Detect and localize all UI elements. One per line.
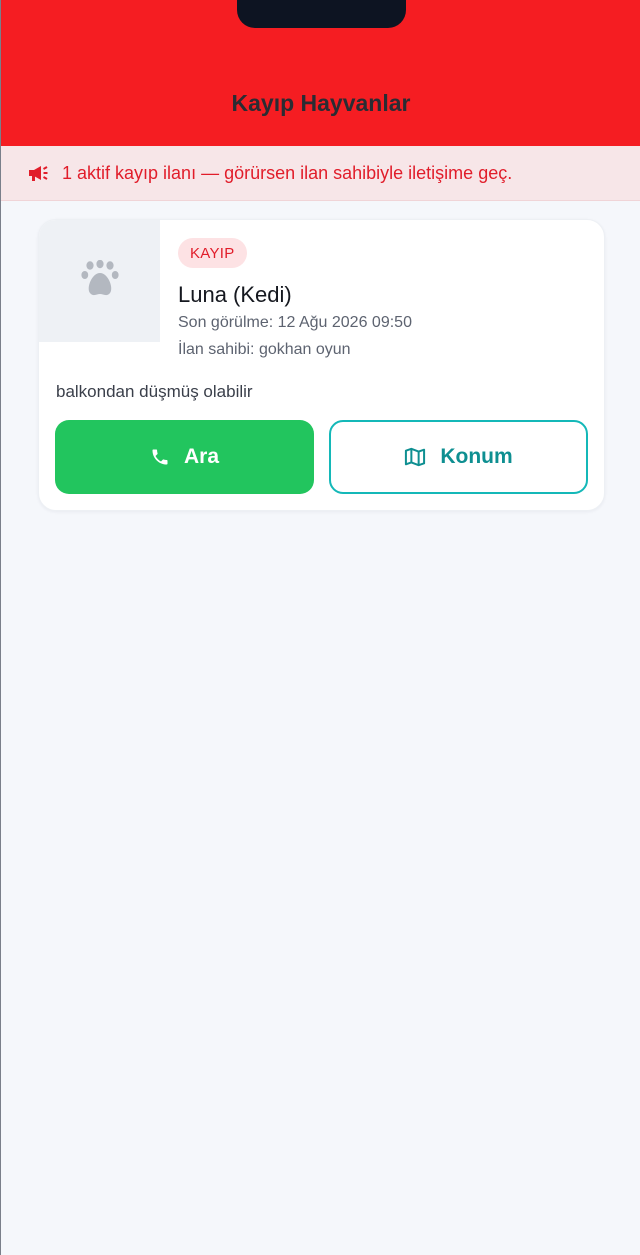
owner-text: İlan sahibi: gokhan oyun (178, 341, 351, 358)
lost-pet-card[interactable]: KAYIP Luna (Kedi) Son görülme: 12 Ağu 20… (38, 219, 605, 511)
pet-photo-placeholder (39, 220, 160, 342)
phone-icon (150, 447, 170, 467)
location-button[interactable]: Konum (329, 420, 588, 494)
call-button-label: Ara (183, 445, 220, 468)
map-icon (404, 447, 426, 467)
last-seen-text: Son görülme: 12 Ağu 2026 09:50 (178, 314, 412, 331)
megaphone-icon (27, 164, 49, 182)
device-notch (237, 0, 406, 28)
pet-name: Luna (Kedi) (178, 282, 292, 307)
call-button[interactable]: Ara (55, 420, 314, 494)
page-title: Kayıp Hayvanlar (231, 90, 411, 116)
lost-notice-banner: 1 aktif kayıp ilanı — görürsen ilan sahi… (1, 146, 640, 201)
notice-text: 1 aktif kayıp ilanı — görürsen ilan sahi… (62, 162, 513, 183)
paw-icon (80, 259, 119, 303)
app-header: Kayıp Hayvanlar (1, 0, 640, 146)
location-button-label: Konum (440, 445, 513, 468)
status-badge: KAYIP (178, 238, 247, 268)
pet-description: balkondan düşmüş olabilir (56, 382, 253, 401)
